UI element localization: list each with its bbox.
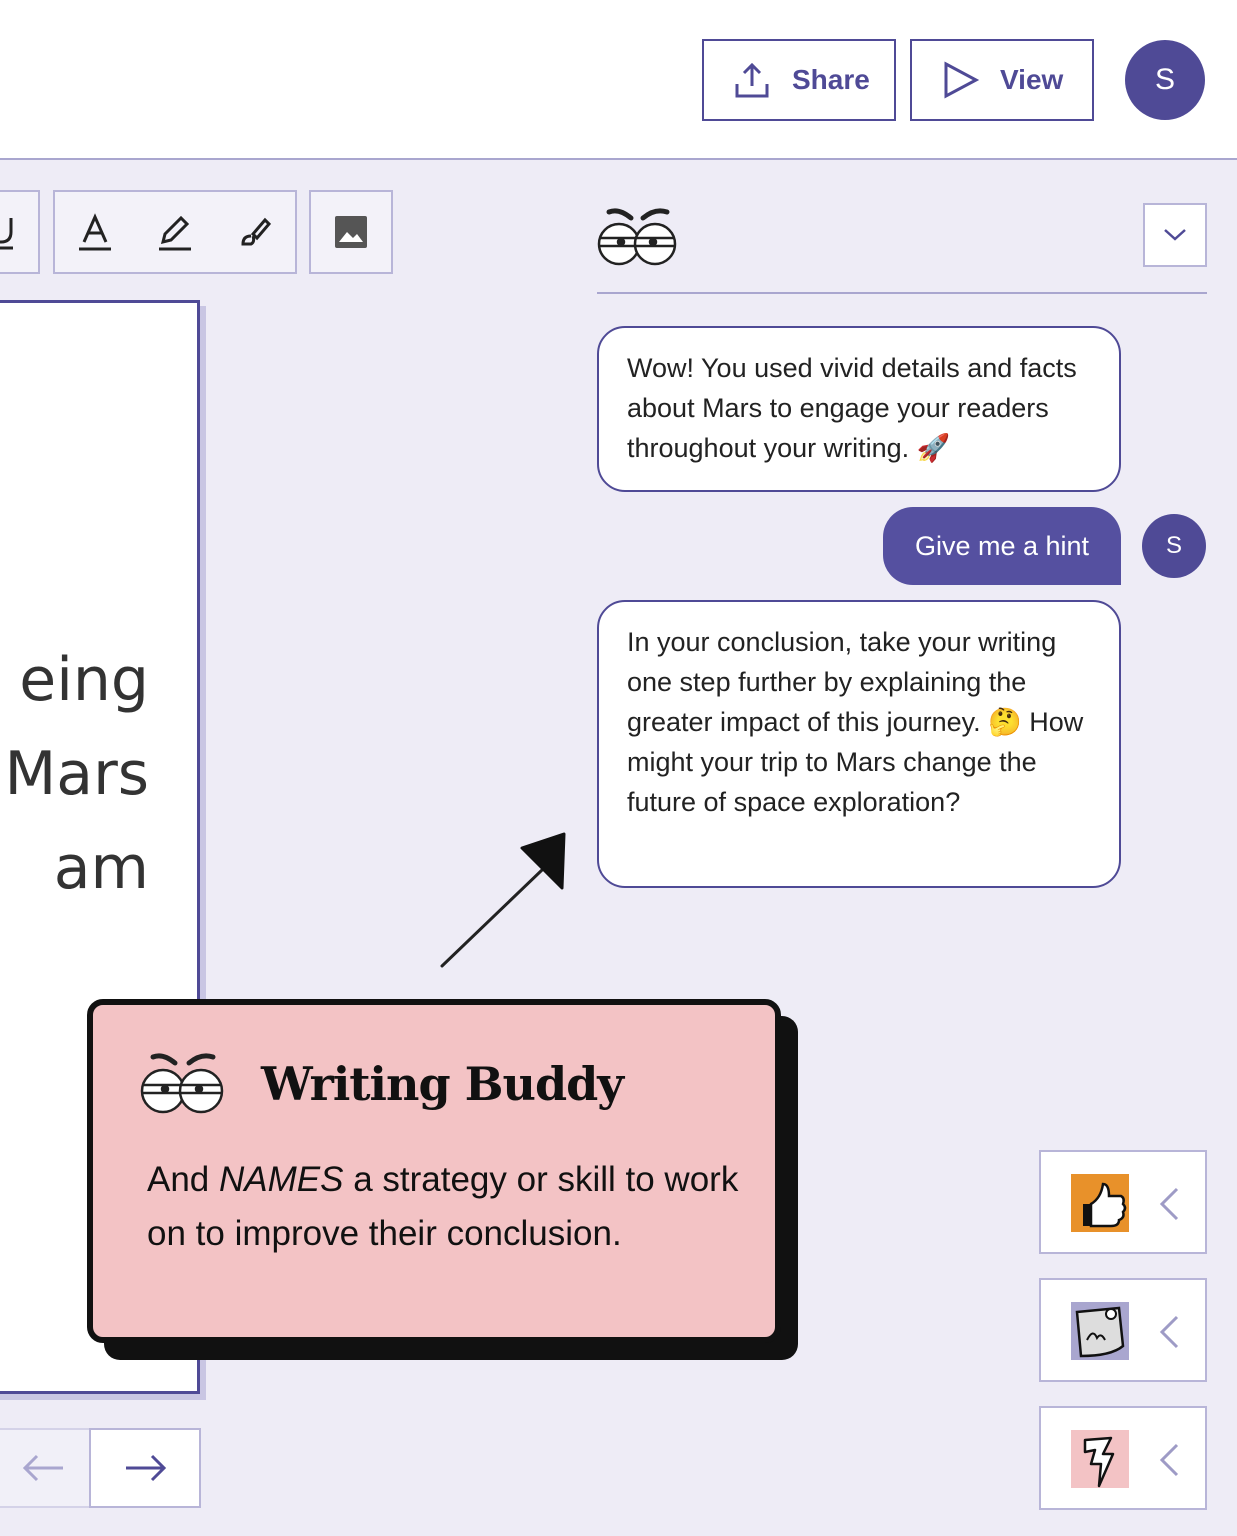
share-button[interactable]: Share (702, 39, 896, 121)
writing-buddy-eyes-icon (140, 1053, 224, 1114)
view-label: View (1000, 64, 1064, 95)
feedback-panel-ideas[interactable] (1039, 1406, 1207, 1510)
document-line: am (53, 833, 149, 903)
writing-buddy-eyes-icon (597, 208, 677, 266)
highlight-icon (159, 215, 191, 251)
pointer-arrow-icon (440, 832, 566, 968)
toolbar-group-style (53, 190, 297, 274)
insert-image-button[interactable] (311, 192, 391, 272)
chevron-down-icon (1164, 229, 1186, 241)
user-avatar-small: S (1142, 514, 1206, 578)
share-label: Share (792, 64, 870, 95)
brush-button[interactable] (215, 192, 295, 272)
user-message: Give me a hint (883, 507, 1121, 585)
lightning-icon (1071, 1430, 1129, 1488)
previous-page-button[interactable] (0, 1428, 90, 1508)
writing-buddy-tip-card: Writing Buddy And NAMES a strategy or sk… (87, 999, 781, 1343)
feedback-panel-notes[interactable] (1039, 1278, 1207, 1382)
document-line: eing (19, 645, 149, 715)
bot-message: In your conclusion, take your writing on… (597, 600, 1121, 888)
collapse-chat-button[interactable] (1143, 203, 1207, 267)
bot-message: Wow! You used vivid details and facts ab… (597, 326, 1121, 492)
underline-icon (0, 218, 13, 250)
chevron-left-icon (1159, 1443, 1179, 1477)
underline-button[interactable] (0, 192, 38, 272)
text-color-icon (79, 213, 111, 251)
brush-icon (241, 217, 272, 246)
feedback-panel-praise[interactable] (1039, 1150, 1207, 1254)
arrow-left-icon (22, 1454, 63, 1482)
text-color-button[interactable] (55, 192, 135, 272)
thumbs-up-icon (1071, 1174, 1129, 1232)
play-icon (944, 61, 980, 99)
sticky-note-icon (1071, 1302, 1129, 1360)
upload-icon (735, 62, 769, 98)
next-page-button[interactable] (89, 1428, 201, 1508)
highlight-button[interactable] (135, 192, 215, 272)
image-icon (335, 216, 367, 248)
toolbar-group-media (309, 190, 393, 274)
chevron-left-icon (1159, 1315, 1179, 1349)
chat-divider (597, 292, 1207, 294)
toolbar-group-basic (0, 190, 40, 274)
user-avatar[interactable]: S (1125, 40, 1205, 120)
arrow-right-icon (126, 1454, 167, 1482)
top-bar: Share View S (0, 0, 1237, 160)
document-line: Mars (4, 739, 149, 809)
view-button[interactable]: View (910, 39, 1094, 121)
tip-title: Writing Buddy (261, 1057, 624, 1111)
chevron-left-icon (1159, 1187, 1179, 1221)
tip-body: And NAMES a strategy or skill to work on… (147, 1160, 739, 1253)
